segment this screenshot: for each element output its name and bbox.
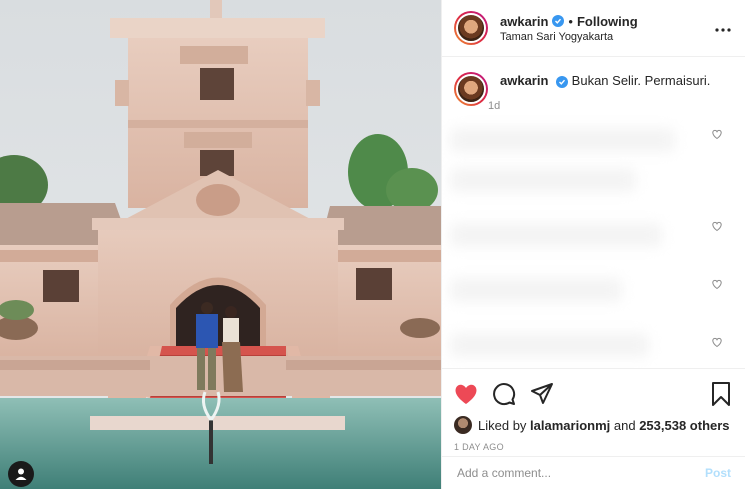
person-icon [15, 468, 27, 480]
photo-scene [0, 0, 441, 489]
caption-text: Bukan Selir. Permaisuri. [571, 73, 711, 88]
add-comment-bar: Post [442, 456, 745, 489]
post-photo[interactable] [0, 0, 441, 489]
post-header: awkarin • Following Taman Sari Yogyakart… [442, 0, 745, 57]
blurred-comments [450, 128, 715, 368]
likes-prefix: Liked by [478, 417, 527, 433]
comment-icon[interactable] [492, 382, 516, 406]
more-options-icon[interactable] [715, 20, 731, 36]
post-sidebar: awkarin • Following Taman Sari Yogyakart… [441, 0, 745, 489]
verified-badge-icon [552, 15, 565, 27]
verified-badge-icon [556, 76, 569, 88]
likes-summary[interactable]: Liked by lalamarionmj and 253,538 others [454, 416, 733, 434]
author-avatar[interactable] [454, 11, 488, 45]
comment-like-icon[interactable] [711, 220, 723, 232]
author-username[interactable]: awkarin [500, 14, 548, 29]
liker-avatar[interactable] [454, 416, 472, 434]
caption-time[interactable]: 1d [488, 100, 710, 112]
comment-like-icon[interactable] [711, 278, 723, 290]
separator-dot: • [568, 13, 573, 29]
comment-like-icon[interactable] [711, 128, 723, 140]
post-timestamp[interactable]: 1 DAY AGO [454, 442, 733, 452]
likes-count[interactable]: 253,538 others [639, 418, 729, 433]
share-icon[interactable] [530, 382, 554, 406]
post-actions: Liked by lalamarionmj and 253,538 others… [442, 368, 745, 452]
comment-input[interactable] [457, 466, 705, 480]
heart-icon[interactable] [454, 382, 478, 406]
location-link[interactable]: Taman Sari Yogyakarta [500, 31, 715, 43]
comment-like-icon[interactable] [711, 336, 723, 348]
liker-username[interactable]: lalamarionmj [530, 418, 610, 433]
comments-section[interactable]: awkarin Bukan Selir. Permaisuri. 1d [442, 58, 745, 368]
caption-avatar[interactable] [454, 72, 488, 106]
following-button[interactable]: Following [577, 14, 638, 29]
caption: awkarin Bukan Selir. Permaisuri. 1d [442, 58, 745, 112]
bookmark-icon[interactable] [709, 382, 733, 406]
user-tag-button[interactable] [8, 461, 34, 487]
likes-and: and [613, 417, 636, 433]
caption-username[interactable]: awkarin [500, 73, 548, 88]
post-comment-button[interactable]: Post [705, 466, 731, 480]
